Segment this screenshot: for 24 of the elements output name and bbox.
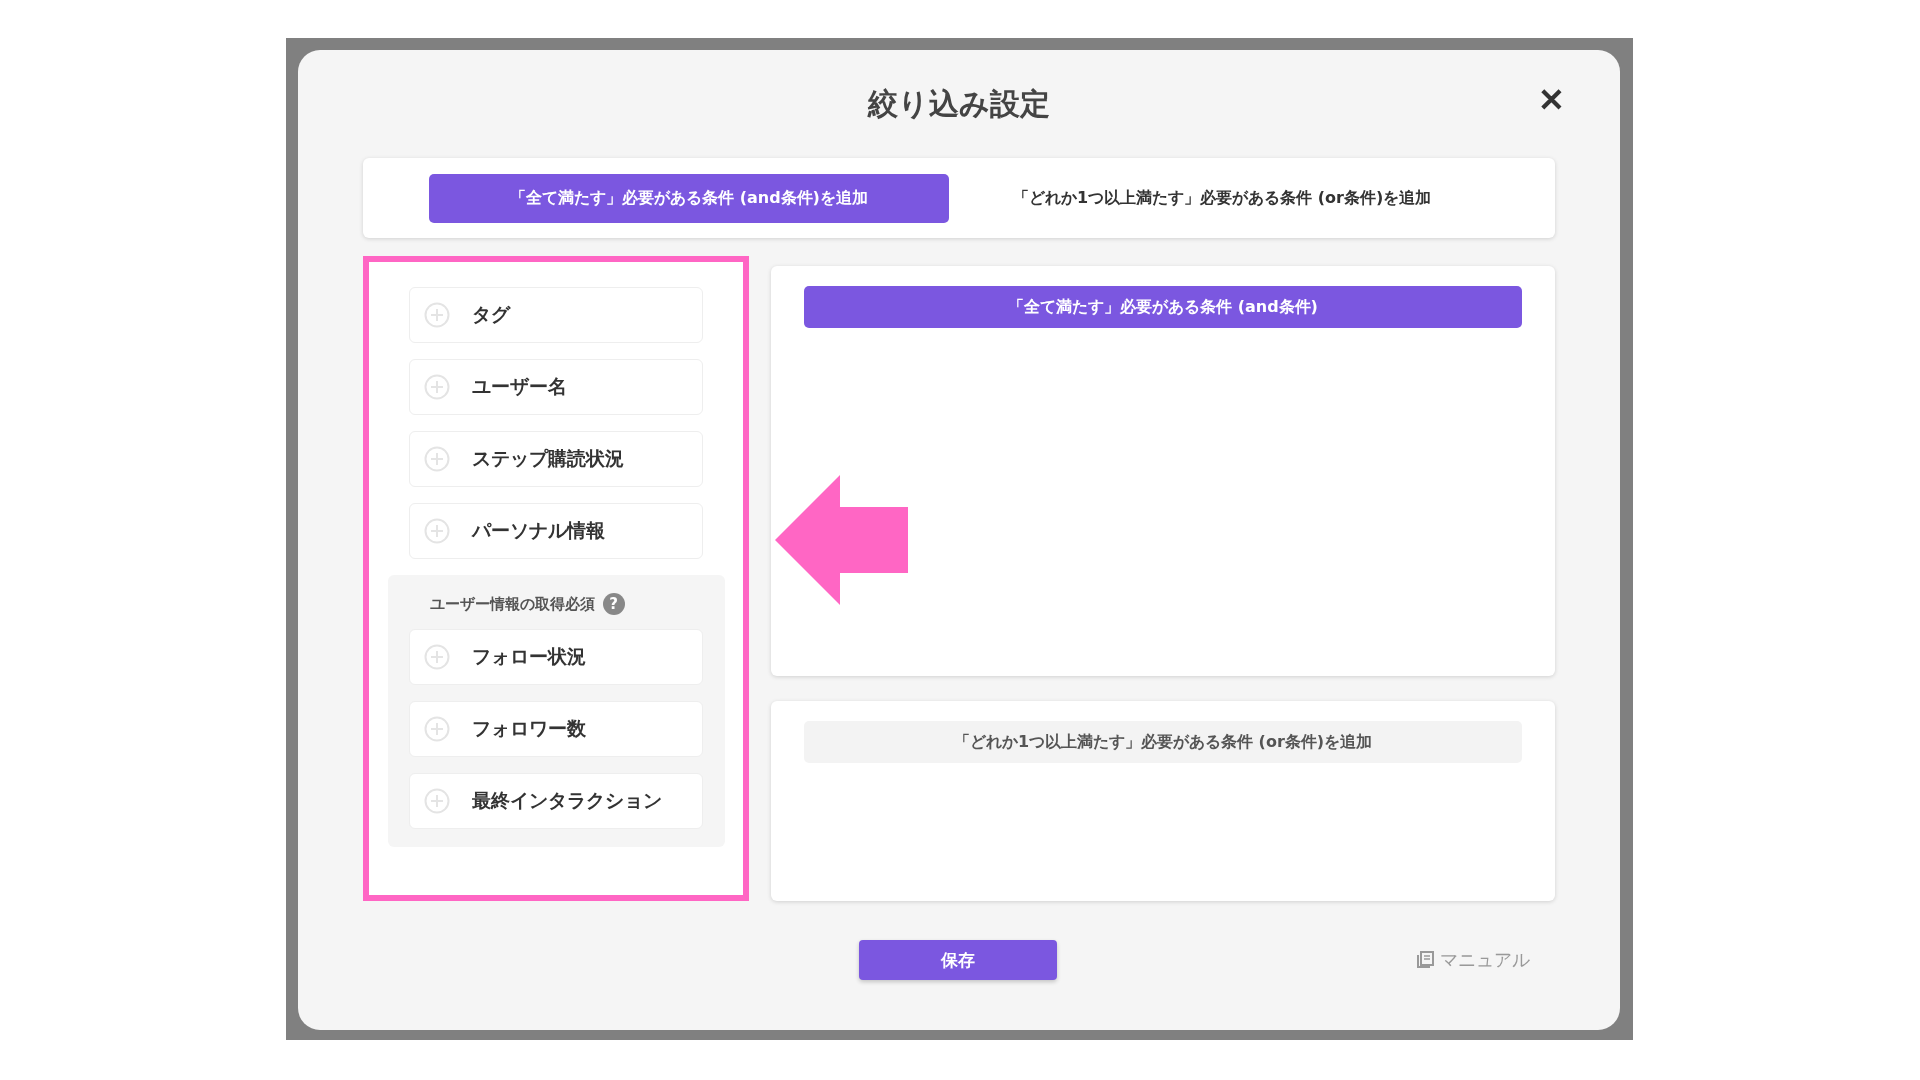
condition-item[interactable]: パーソナル情報	[409, 503, 703, 559]
condition-item[interactable]: タグ	[409, 287, 703, 343]
save-button[interactable]: 保存	[859, 940, 1057, 980]
plus-circle-icon	[424, 788, 450, 814]
plus-circle-icon	[424, 644, 450, 670]
section-header: 「どれか1つ以上満たす」必要がある条件 (or条件)を追加	[804, 721, 1522, 763]
condition-item[interactable]: フォロー状況	[409, 629, 703, 685]
close-button[interactable]: ✕	[1538, 84, 1565, 116]
plus-circle-icon	[424, 518, 450, 544]
plus-circle-icon	[424, 302, 450, 328]
dialog-title: 絞り込み設定	[868, 84, 1050, 123]
condition-item[interactable]: ユーザー名	[409, 359, 703, 415]
condition-item[interactable]: 最終インタラクション	[409, 773, 703, 829]
tab[interactable]: 「全て満たす」必要がある条件 (and条件)を追加	[429, 173, 949, 223]
condition-item[interactable]: フォロワー数	[409, 701, 703, 757]
book-icon	[1416, 951, 1434, 969]
condition-item[interactable]: ステップ購読状況	[409, 431, 703, 487]
plus-circle-icon	[424, 374, 450, 400]
section-header: 「全て満たす」必要がある条件 (and条件)	[804, 286, 1522, 328]
plus-circle-icon	[424, 446, 450, 472]
help-icon[interactable]: ?	[602, 593, 625, 615]
tab[interactable]: 「どれか1つ以上満たす」必要がある条件 (or条件)を追加	[989, 173, 1456, 223]
plus-circle-icon	[424, 716, 450, 742]
group-label: ユーザー情報の取得必須	[429, 594, 595, 614]
